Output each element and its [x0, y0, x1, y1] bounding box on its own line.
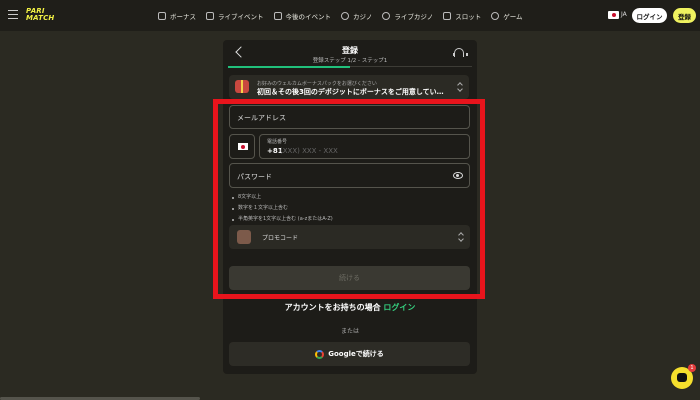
- nav-label: ライブイベント: [218, 12, 264, 21]
- bonus-select-value: 初回＆その後3回のデポジットにボーナスをご用意してい…: [257, 88, 444, 96]
- menu-icon[interactable]: [8, 10, 18, 19]
- chat-notification-badge: 1: [688, 364, 696, 372]
- language-code[interactable]: JA: [621, 11, 627, 18]
- chevron-updown-icon: [458, 83, 463, 91]
- nav-label: ボーナス: [170, 12, 196, 21]
- google-signin-button[interactable]: Googleで続ける: [229, 342, 470, 366]
- nav-item-bonus[interactable]: ボーナス: [158, 11, 196, 21]
- nav-item-casino[interactable]: カジノ: [341, 11, 372, 21]
- casino-icon: [341, 11, 349, 20]
- login-button[interactable]: ログイン: [632, 8, 667, 23]
- nav-item-upcoming-events[interactable]: 今後のイベント: [273, 11, 332, 21]
- slot-icon: [443, 11, 452, 20]
- modal-title: 登録: [342, 46, 358, 55]
- login-link[interactable]: ログイン: [383, 303, 415, 312]
- signup-button[interactable]: 登録: [673, 8, 696, 23]
- nav-label: ゲーム: [503, 12, 523, 21]
- top-navigation-bar: PARI MATCH ボーナス ライブイベント 今後のイベント カジノ ライブカ…: [0, 0, 700, 31]
- google-button-label: Googleで続ける: [328, 350, 384, 358]
- nav-label: 今後のイベント: [285, 12, 332, 21]
- google-icon: [315, 349, 325, 359]
- nav-label: カジノ: [353, 12, 373, 21]
- nav-label: ライブカジノ: [394, 12, 434, 21]
- logo-line2: MATCH: [26, 14, 55, 22]
- main-nav: ボーナス ライブイベント 今後のイベント カジノ ライブカジノ スロット ゲーム: [158, 0, 523, 31]
- nav-item-live-casino[interactable]: ライブカジノ: [382, 11, 433, 21]
- welcome-bonus-select[interactable]: お好みのウェルカムボーナスパックをお選びください 初回＆その後3回のデポジットに…: [229, 75, 469, 99]
- parimatch-logo[interactable]: PARI MATCH: [26, 8, 54, 22]
- nav-item-slots[interactable]: スロット: [443, 11, 481, 21]
- existing-account-text: アカウントをお持ちの場合: [284, 303, 381, 312]
- step-indicator: 登録ステップ 1/2 - ステップ1: [312, 58, 388, 64]
- bonus-select-label: お好みのウェルカムボーナスパックをお選びください: [257, 81, 377, 87]
- nav-item-live-events[interactable]: ライブイベント: [206, 11, 264, 21]
- rocket-icon: [491, 11, 500, 20]
- nav-label: スロット: [455, 12, 482, 21]
- support-headset-icon[interactable]: [453, 48, 468, 57]
- live-icon: [206, 11, 214, 20]
- gift-icon: [158, 11, 166, 20]
- live-casino-icon: [382, 11, 391, 20]
- step-progress-fill: [228, 66, 350, 68]
- calendar-icon: [273, 11, 282, 20]
- highlight-box: [213, 99, 485, 299]
- chat-bubble-icon: [677, 373, 687, 382]
- gift-box-icon: [235, 80, 249, 93]
- nav-item-games[interactable]: ゲーム: [491, 11, 523, 21]
- or-divider: または: [340, 328, 359, 335]
- japan-flag-icon[interactable]: [608, 11, 619, 19]
- existing-account-line: アカウントをお持ちの場合 ログイン: [223, 302, 477, 313]
- step-progress-bar: [228, 66, 472, 68]
